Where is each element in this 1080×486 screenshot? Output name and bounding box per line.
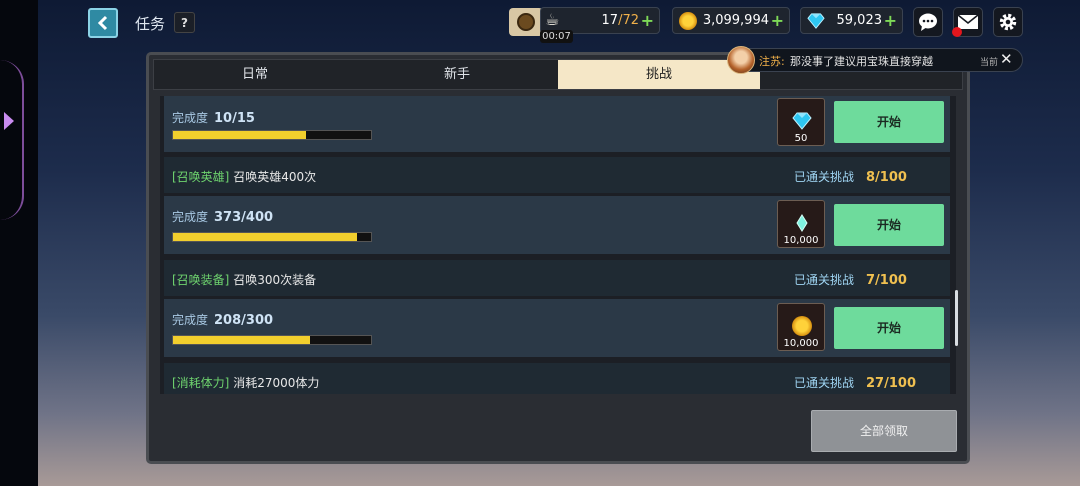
crystal-icon (796, 214, 808, 232)
side-arrow-icon[interactable] (4, 112, 14, 130)
start-button[interactable]: 开始 (834, 204, 944, 246)
gear-icon (999, 13, 1017, 31)
left-edge-strip (0, 0, 38, 486)
task-description: [召唤英雄] 召唤英雄400次 (172, 170, 317, 184)
stopwatch-icon[interactable] (509, 8, 543, 36)
gem-icon (807, 13, 825, 29)
start-button[interactable]: 开始 (834, 101, 944, 143)
coffee-cup-icon: ☕ (545, 10, 560, 29)
ticker-sender: 注苏: (759, 55, 785, 68)
stamina-current: 17 (601, 13, 619, 28)
task-row: [召唤英雄] 召唤英雄400次 已通关挑战 8/100 (164, 157, 950, 193)
scrollbar[interactable] (955, 290, 958, 346)
task-row: [召唤装备] 召唤300次装备 已通关挑战 7/100 (164, 260, 950, 296)
task-progress-row: 完成度 373/400 10,000 开始 (164, 196, 950, 254)
cleared-count: 已通关挑战 27/100 (794, 376, 916, 391)
add-gold-button[interactable]: + (771, 11, 784, 30)
task-progress-row: 完成度 10/15 50 开始 (164, 96, 950, 152)
add-gems-button[interactable]: + (884, 11, 897, 30)
cleared-count: 已通关挑战 7/100 (794, 273, 907, 288)
task-progress-row: 完成度 208/300 10,000 开始 (164, 299, 950, 357)
notification-dot (952, 27, 962, 37)
progress-label: 完成度 10/15 (172, 111, 255, 126)
progress-bar (172, 335, 372, 345)
reward-slot[interactable]: 50 (777, 98, 825, 146)
task-row: [消耗体力] 消耗27000体力 已通关挑战 27/100 (164, 363, 950, 394)
start-button[interactable]: 开始 (834, 307, 944, 349)
claim-all-button[interactable]: 全部领取 (811, 410, 957, 452)
coin-icon (792, 316, 812, 336)
ticker-time: 当前 (980, 58, 999, 68)
task-description: [消耗体力] 消耗27000体力 (172, 376, 320, 390)
reward-slot[interactable]: 10,000 (777, 200, 825, 248)
stamina-timer: 00:07 (540, 30, 573, 43)
gem-display: 59,023 + (800, 7, 903, 34)
reward-amount: 50 (794, 133, 808, 144)
reward-amount: 10,000 (783, 338, 819, 349)
progress-bar (172, 232, 372, 242)
chevron-left-icon (97, 15, 108, 31)
cleared-count: 已通关挑战 8/100 (794, 170, 907, 185)
gold-display: 3,099,994 + (672, 7, 790, 34)
add-stamina-button[interactable]: + (641, 11, 654, 30)
chat-ticker[interactable]: 注苏: 那没事了建议用宝珠直接穿越 当前 ✕ (727, 46, 1023, 74)
close-icon[interactable]: ✕ (1000, 50, 1013, 68)
tab-daily[interactable]: 日常 (154, 60, 356, 89)
page-title: 任务 (135, 15, 166, 33)
ticker-message: 那没事了建议用宝珠直接穿越 (790, 55, 933, 68)
back-button[interactable] (88, 8, 118, 38)
gem-amount: 59,023 (836, 13, 883, 28)
settings-button[interactable] (993, 7, 1023, 37)
task-list[interactable]: 完成度 10/15 50 开始 [召唤英雄] 召唤英雄400次 已通关挑战 8/10… (160, 96, 956, 394)
progress-fill (173, 336, 310, 344)
progress-label: 完成度 373/400 (172, 210, 274, 225)
gem-icon (792, 112, 812, 130)
progress-bar (172, 130, 372, 140)
gold-amount: 3,099,994 (702, 13, 769, 28)
chat-bubble-icon (919, 13, 937, 31)
chat-button[interactable] (913, 7, 943, 37)
help-button[interactable]: ? (174, 12, 195, 33)
tab-beginner[interactable]: 新手 (356, 60, 558, 89)
side-glow (0, 60, 24, 220)
progress-label: 完成度 208/300 (172, 313, 274, 328)
task-description: [召唤装备] 召唤300次装备 (172, 273, 317, 287)
reward-amount: 10,000 (783, 235, 819, 246)
progress-fill (173, 233, 358, 241)
coin-icon (679, 12, 697, 30)
avatar (727, 46, 755, 74)
progress-fill (173, 131, 306, 139)
stamina-max: /72 (618, 13, 639, 28)
reward-slot[interactable]: 10,000 (777, 303, 825, 351)
